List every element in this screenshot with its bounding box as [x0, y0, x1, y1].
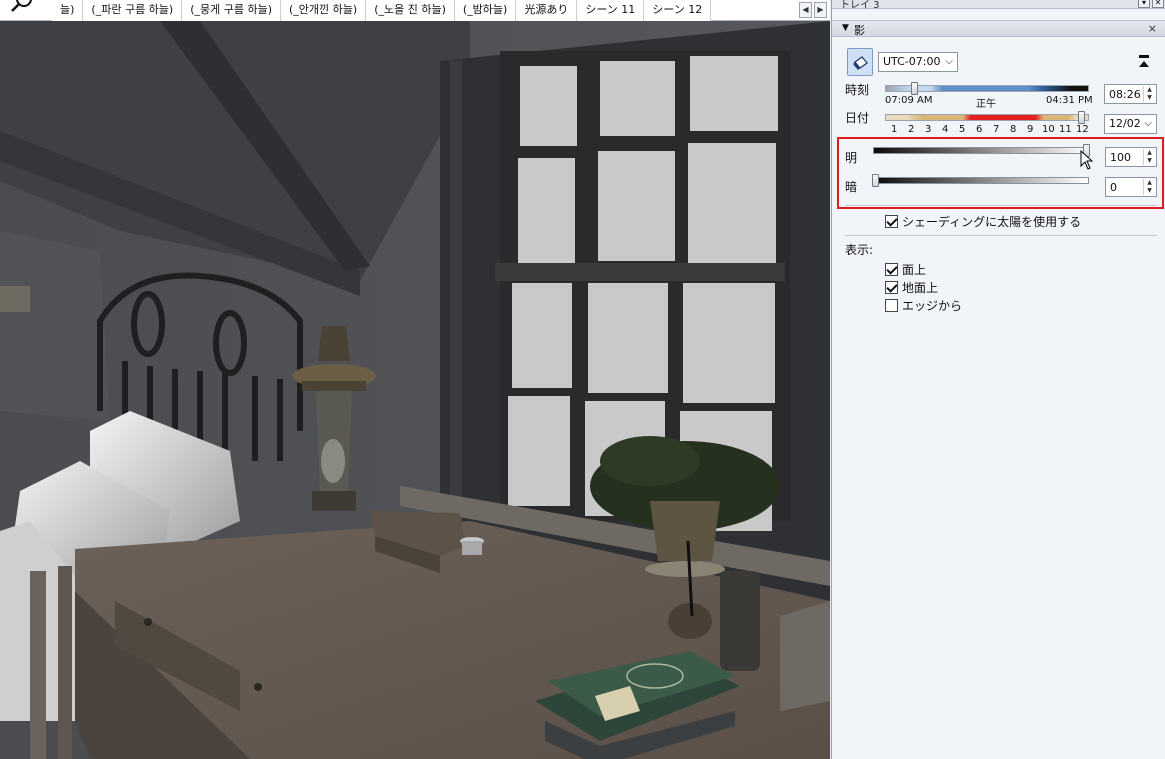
scene-tab-bar: 늘) (_파란 구름 하늘) (_뭉게 구름 하늘) (_안개낀 하늘) (_노… [0, 0, 830, 21]
display-label: 表示: [845, 243, 874, 257]
time-down-icon[interactable]: ▼ [1144, 94, 1155, 102]
on-ground-label: 地面上 [902, 281, 939, 295]
dark-slider-thumb[interactable] [872, 174, 879, 187]
light-value: 100 [1110, 151, 1131, 164]
scene-tab[interactable]: (_밤하늘) [454, 0, 517, 21]
scene-tab[interactable]: (_노을 진 하늘) [366, 0, 455, 21]
dark-up-icon[interactable]: ▲ [1144, 179, 1155, 187]
from-edges-checkbox[interactable] [885, 299, 898, 312]
month-tick: 5 [959, 124, 966, 135]
time-slider-thumb[interactable] [910, 82, 918, 95]
scene-tab[interactable]: 光源あり [516, 0, 578, 21]
time-end-label: 04:31 PM [1046, 95, 1093, 106]
month-tick: 4 [942, 124, 949, 135]
timezone-value: UTC-07:00 [883, 55, 941, 68]
on-faces-label: 面上 [902, 263, 927, 277]
expand-panel-icon[interactable] [1137, 54, 1151, 70]
close-icon[interactable]: ✕ [1152, 0, 1164, 8]
scene-tab[interactable]: (_뭉게 구름 하늘) [182, 0, 282, 21]
shadows-section-header[interactable]: ▼ 影 × [832, 20, 1165, 37]
tab-scroll-right-icon[interactable]: ▶ [814, 2, 827, 18]
date-select[interactable]: 12/02 ⌵ [1104, 114, 1157, 134]
time-value: 08:26 [1109, 88, 1141, 101]
light-up-icon[interactable]: ▲ [1144, 149, 1155, 157]
bedroom-render [0, 21, 830, 759]
display-option-from-edges[interactable]: エッジから [885, 297, 962, 314]
time-label: 時刻 [845, 83, 870, 97]
on-ground-checkbox[interactable] [885, 281, 898, 294]
time-start-label: 07:09 AM [885, 95, 933, 106]
from-edges-label: エッジから [902, 299, 963, 313]
scene-viewport[interactable]: 늘) (_파란 구름 하늘) (_뭉게 구름 하늘) (_안개낀 하늘) (_노… [0, 0, 830, 759]
month-tick: 3 [925, 124, 932, 135]
close-section-icon[interactable]: × [1148, 22, 1157, 35]
date-value: 12/02 [1109, 117, 1141, 130]
scene-tab-active[interactable]: シーン 12 [644, 0, 712, 21]
dark-label: 暗 [845, 180, 858, 194]
dark-input[interactable]: 0 ▲ ▼ [1105, 177, 1157, 197]
month-tick: 2 [908, 124, 915, 135]
divider [845, 205, 1157, 206]
pin-icon[interactable]: ▾ [1138, 0, 1150, 8]
scene-tab[interactable]: 늘) [52, 0, 84, 21]
light-input[interactable]: 100 ▲ ▼ [1105, 147, 1157, 167]
light-label: 明 [845, 151, 858, 165]
light-slider-track[interactable] [873, 147, 1089, 154]
dark-slider-track[interactable] [873, 177, 1089, 184]
chevron-down-icon: ⌵ [945, 56, 953, 67]
use-sun-shading-label: シェーディングに太陽を使用する [902, 215, 1082, 229]
month-tick: 12 [1076, 124, 1089, 135]
month-tick: 1 [891, 124, 898, 135]
tray-title: トレイ 3 [840, 0, 880, 11]
scene-tab[interactable]: (_안개낀 하늘) [281, 0, 367, 21]
month-tick: 9 [1027, 124, 1034, 135]
scene-tab[interactable]: シーン 11 [577, 0, 645, 21]
dark-down-icon[interactable]: ▼ [1144, 187, 1155, 195]
time-noon-label: 正午 [976, 99, 996, 110]
dark-value: 0 [1110, 181, 1117, 194]
divider [845, 235, 1157, 236]
collapse-arrow-icon[interactable]: ▼ [842, 23, 849, 33]
time-up-icon[interactable]: ▲ [1144, 86, 1155, 94]
date-slider-track[interactable] [885, 114, 1089, 121]
section-title: 影 [854, 24, 865, 37]
month-ticks: 1 2 3 4 5 6 7 8 9 10 11 12 [887, 124, 1097, 136]
tab-scroll-left-icon[interactable]: ◀ [799, 2, 812, 18]
display-option-on-faces[interactable]: 面上 [885, 261, 926, 278]
shadow-panel: トレイ 3 ▾ ✕ ▼ 影 × UTC-07:00 ⌵ 時刻 07:09 AM … [831, 0, 1165, 759]
use-sun-shading-checkbox[interactable] [885, 215, 898, 228]
chevron-down-icon: ⌵ [1144, 118, 1152, 129]
shadow-toggle-icon[interactable] [847, 48, 873, 76]
date-slider-thumb[interactable] [1077, 111, 1085, 124]
use-sun-shading-row[interactable]: シェーディングに太陽を使用する [885, 213, 1081, 230]
on-faces-checkbox[interactable] [885, 263, 898, 276]
mouse-cursor-icon [1080, 150, 1094, 170]
timezone-select[interactable]: UTC-07:00 ⌵ [878, 52, 958, 72]
month-tick: 7 [993, 124, 1000, 135]
tray-titlebar: トレイ 3 ▾ ✕ [832, 0, 1165, 11]
month-tick: 8 [1010, 124, 1017, 135]
date-label: 日付 [845, 111, 870, 125]
month-tick: 6 [976, 124, 983, 135]
month-tick: 10 [1042, 124, 1055, 135]
month-tick: 11 [1059, 124, 1072, 135]
search-icon[interactable] [4, 0, 52, 20]
display-option-on-ground[interactable]: 地面上 [885, 279, 938, 296]
light-down-icon[interactable]: ▼ [1144, 157, 1155, 165]
time-input[interactable]: 08:26 ▲ ▼ [1104, 84, 1157, 104]
scene-tab[interactable]: (_파란 구름 하늘) [83, 0, 183, 21]
